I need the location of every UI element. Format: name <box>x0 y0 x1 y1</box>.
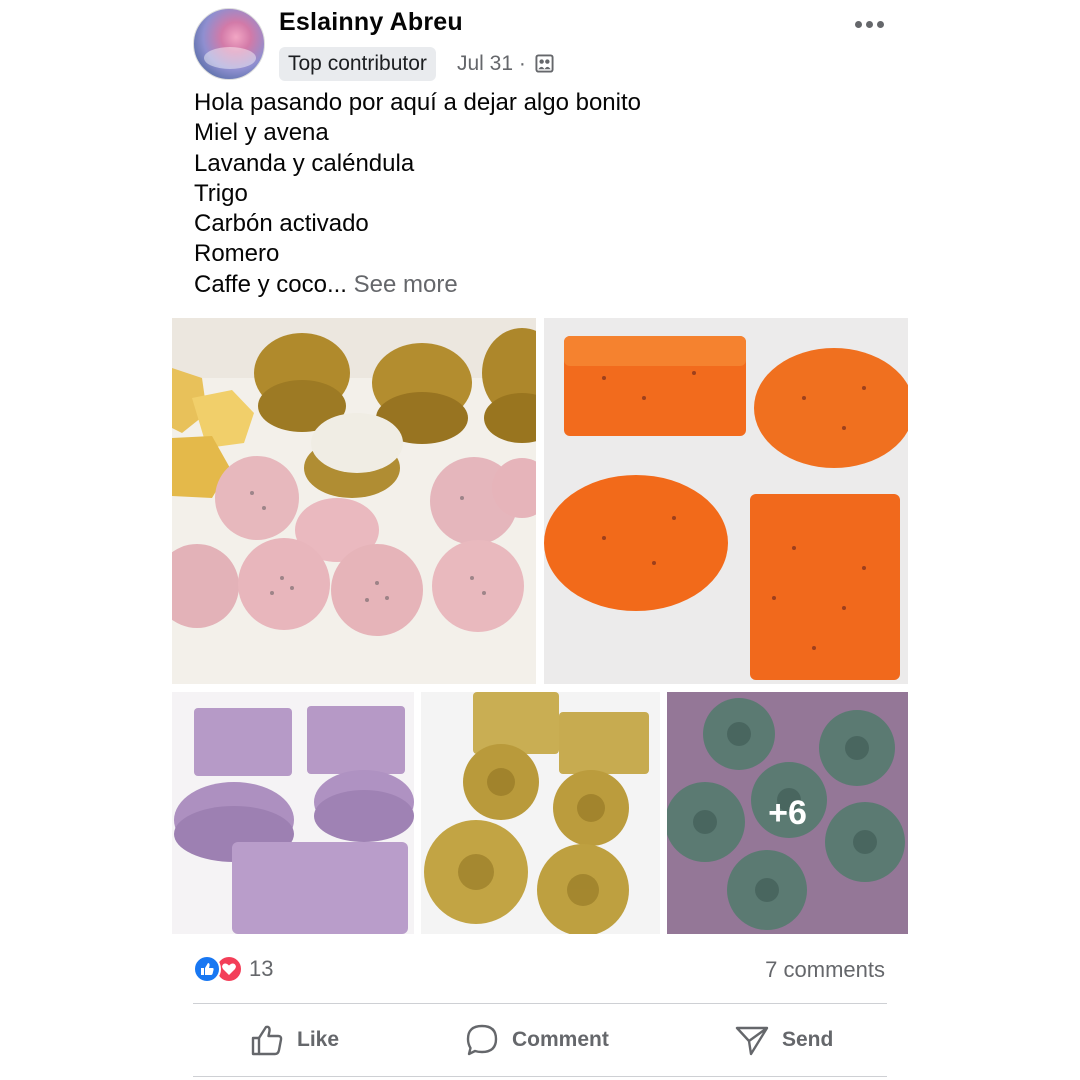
reaction-count: 13 <box>249 956 274 981</box>
comments-count[interactable]: 7 comments <box>765 957 885 983</box>
post-date[interactable]: Jul 31 · <box>457 50 526 78</box>
comment-button[interactable]: Comment <box>464 1020 609 1060</box>
send-icon <box>735 1026 769 1056</box>
photo-1[interactable] <box>172 318 536 684</box>
thumbs-up-icon <box>251 1025 283 1056</box>
divider <box>193 1003 887 1004</box>
like-button[interactable]: Like <box>249 1020 339 1060</box>
divider <box>193 1076 887 1077</box>
post-line: Caffe y coco... <box>194 270 347 298</box>
send-label: Send <box>782 1028 834 1051</box>
post-text: Hola pasando por aquí a dejar algo bonit… <box>194 88 641 300</box>
like-reaction-icon <box>193 955 221 983</box>
more-photos-count: +6 <box>667 692 908 934</box>
see-more-link[interactable]: See more <box>354 271 458 298</box>
group-members-icon <box>535 54 554 73</box>
post-line: Romero <box>194 240 280 268</box>
photo-2[interactable] <box>544 318 908 684</box>
send-button[interactable]: Send <box>734 1020 833 1060</box>
post-line: Carbón activado <box>194 210 369 238</box>
photo-3[interactable] <box>172 692 414 934</box>
more-options-icon[interactable] <box>851 12 887 36</box>
avatar[interactable] <box>193 8 265 80</box>
photo-4[interactable] <box>421 692 660 934</box>
post-line: Miel y avena <box>194 119 329 147</box>
post-line-last: Caffe y coco... See more <box>194 270 641 300</box>
reactions-summary[interactable]: 13 <box>193 955 273 983</box>
comment-label: Comment <box>512 1028 609 1051</box>
post-line: Trigo <box>194 179 248 207</box>
top-contributor-badge: Top contributor <box>279 47 436 81</box>
photo-5-more[interactable]: +6 <box>667 692 908 934</box>
author-name[interactable]: Eslainny Abreu <box>279 8 463 37</box>
post-line: Lavanda y caléndula <box>194 149 415 177</box>
post-line: Hola pasando por aquí a dejar algo bonit… <box>194 89 641 116</box>
like-label: Like <box>297 1028 340 1051</box>
comment-bubble-icon <box>466 1024 498 1056</box>
